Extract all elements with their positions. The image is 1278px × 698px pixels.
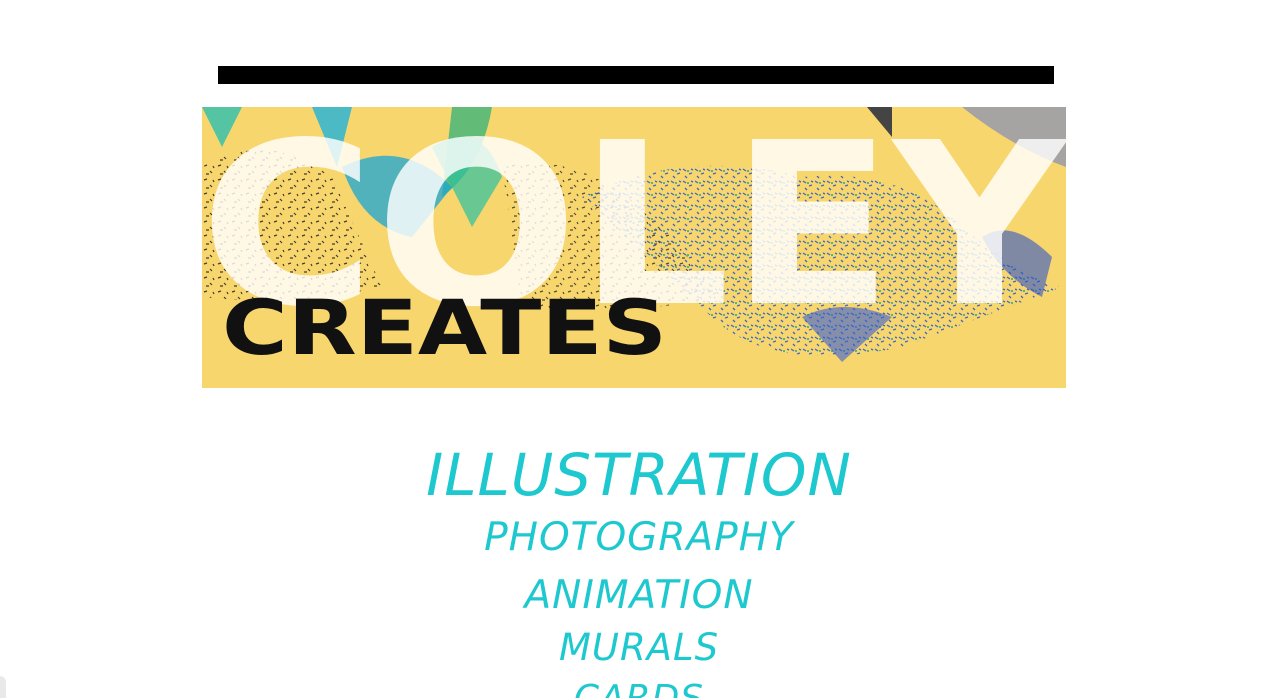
logo-banner[interactable]: COLEY CREATES: [202, 107, 1066, 388]
nav-item-cards[interactable]: CARDS: [0, 675, 1278, 698]
page: COLEY CREATES ILLUSTRATION PHOTOGRAPHY A…: [0, 0, 1278, 698]
nav-item-photography[interactable]: PHOTOGRAPHY: [0, 514, 1278, 562]
nav-item-illustration[interactable]: ILLUSTRATION: [0, 440, 1278, 510]
corner-widget: [0, 676, 6, 698]
logo-artwork: COLEY CREATES: [202, 107, 1066, 372]
nav-item-animation[interactable]: ANIMATION: [0, 572, 1278, 620]
nav-item-murals[interactable]: MURALS: [0, 624, 1278, 672]
top-divider-bar: [218, 66, 1054, 84]
logo-creates-text: CREATES: [222, 283, 667, 372]
